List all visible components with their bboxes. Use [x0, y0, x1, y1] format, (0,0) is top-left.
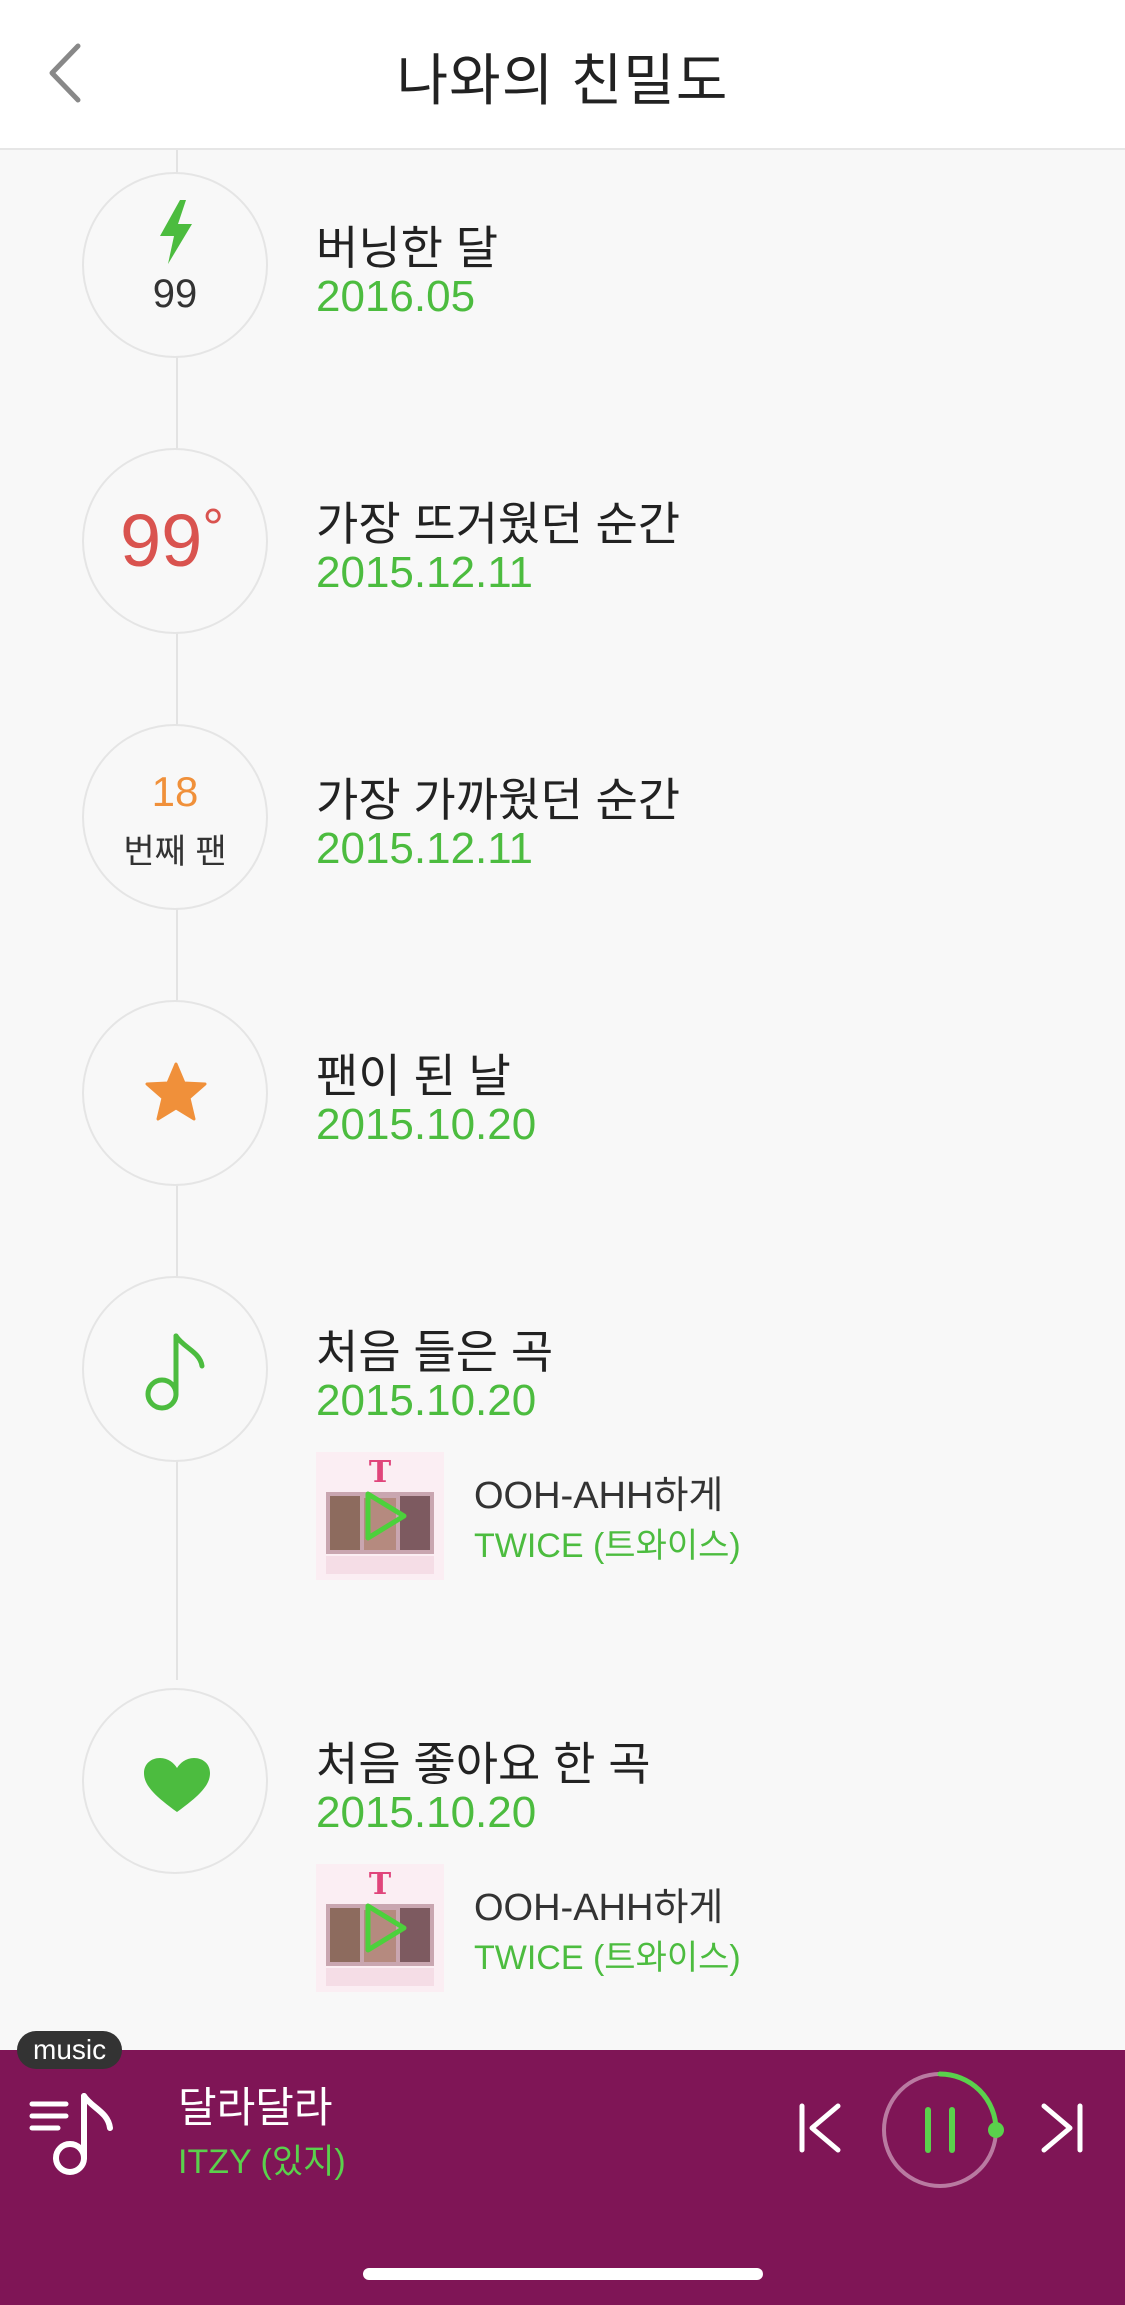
- item-title: 가장 가까웠던 순간: [316, 774, 681, 826]
- svg-text:T: T: [369, 1867, 392, 1902]
- progress-arc: [937, 2071, 999, 2133]
- item-title: 처음 좋아요 한 곡: [316, 1738, 651, 1790]
- pause-icon: [925, 2107, 955, 2153]
- song-title: OOH-AHH하게: [474, 1475, 724, 1517]
- item-title: 버닝한 달: [316, 222, 499, 274]
- timeline-badge: 99°: [82, 448, 268, 634]
- play-icon[interactable]: [352, 1898, 412, 1958]
- item-date: 2015.10.20: [316, 1788, 537, 1837]
- item-date: 2015.10.20: [316, 1100, 537, 1149]
- timeline-badge: [82, 1000, 268, 1186]
- play-icon[interactable]: [352, 1486, 412, 1546]
- song-title: OOH-AHH하게: [474, 1887, 724, 1929]
- timeline-badge: [82, 1276, 268, 1462]
- next-track-icon[interactable]: [1034, 2100, 1090, 2156]
- timeline-badge: 18 번째 팬: [82, 724, 268, 910]
- progress-knob: [988, 2122, 1004, 2138]
- album-thumbnail[interactable]: T: [316, 1864, 444, 1992]
- pause-button[interactable]: [876, 2066, 1004, 2194]
- item-title: 가장 뜨거웠던 순간: [316, 498, 681, 550]
- timeline-badge: [82, 1688, 268, 1874]
- song-row[interactable]: T OOH-AHH하게 TWICE (트와이스): [316, 1452, 1076, 1582]
- item-date: 2015.12.11: [316, 824, 533, 873]
- page-title: 나와의 친밀도: [396, 49, 729, 112]
- timeline-badge: 99: [82, 172, 268, 358]
- star-icon: [145, 1062, 207, 1121]
- item-date: 2016.05: [316, 272, 476, 321]
- header: 나와의 친밀도: [0, 0, 1125, 150]
- svg-text:T: T: [369, 1455, 392, 1490]
- fan-rank-value: 18: [151, 768, 199, 815]
- item-title: 처음 들은 곡: [316, 1326, 554, 1378]
- song-row[interactable]: T OOH-AHH하게 TWICE (트와이스): [316, 1864, 1076, 1994]
- item-title: 팬이 된 날: [316, 1050, 511, 1102]
- player-song-title: 달라달라: [178, 2084, 333, 2131]
- player-artist: ITZY (있지): [178, 2143, 346, 2181]
- item-date: 2015.12.11: [316, 548, 533, 597]
- playlist-icon[interactable]: [28, 2086, 124, 2182]
- music-note-icon: [145, 1333, 205, 1411]
- song-artist: TWICE (트와이스): [474, 1939, 741, 1977]
- album-thumbnail[interactable]: T: [316, 1452, 444, 1580]
- lightning-icon: [160, 200, 192, 264]
- fan-rank-caption: 번째 팬: [123, 833, 227, 871]
- music-badge: music: [17, 2031, 123, 2069]
- previous-track-icon[interactable]: [792, 2100, 848, 2156]
- temperature-value: 99°: [120, 498, 224, 582]
- burning-value: 99: [152, 272, 198, 316]
- song-artist: TWICE (트와이스): [474, 1527, 741, 1565]
- heart-icon: [144, 1758, 210, 1812]
- item-date: 2015.10.20: [316, 1376, 537, 1425]
- home-indicator: [363, 2268, 763, 2280]
